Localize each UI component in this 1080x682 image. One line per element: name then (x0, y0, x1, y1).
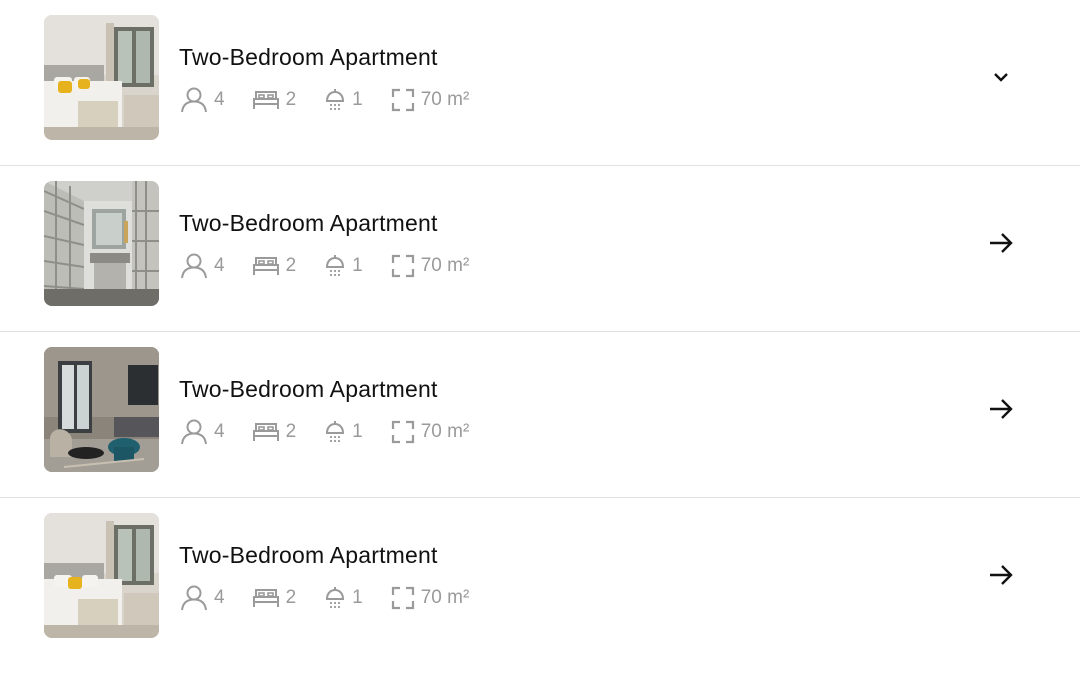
baths-count: 1 (352, 89, 363, 110)
open-room-button[interactable] (986, 228, 1016, 258)
person-icon (181, 585, 207, 611)
bed-icon (252, 589, 279, 607)
area-frame-icon (391, 586, 414, 610)
area-feature: 70 m² (391, 88, 470, 112)
room-photo[interactable] (44, 513, 159, 638)
guests-count: 4 (214, 255, 225, 276)
area-feature: 70 m² (391, 586, 470, 610)
area-frame-icon (391, 88, 414, 112)
open-room-button[interactable] (986, 394, 1016, 424)
room-features: 4 2 1 70 m² (180, 252, 497, 280)
shower-icon (326, 587, 345, 609)
chevron-down-icon (994, 73, 1008, 82)
living-room-photo (44, 347, 159, 472)
room-title[interactable]: Two-Bedroom Apartment (179, 44, 438, 71)
room-title[interactable]: Two-Bedroom Apartment (179, 376, 438, 403)
baths-feature: 1 (324, 585, 363, 611)
area-frame-icon (391, 420, 414, 444)
bed-icon (252, 257, 279, 275)
beds-count: 2 (285, 421, 297, 442)
area-value: 70 m² (420, 421, 470, 442)
beds-count: 2 (285, 89, 297, 110)
beds-feature: 2 (252, 421, 297, 443)
guests-feature: 4 (180, 253, 225, 279)
room-card[interactable]: Two-Bedroom Apartment 4 2 1 70 m² (0, 332, 1080, 498)
bed-icon (252, 423, 279, 441)
person-icon (181, 87, 207, 113)
area-value: 70 m² (420, 89, 470, 110)
room-features: 4 2 1 70 m² (180, 418, 497, 446)
room-photo[interactable] (44, 347, 159, 472)
baths-feature: 1 (324, 253, 363, 279)
person-icon (181, 253, 207, 279)
beds-feature: 2 (252, 255, 297, 277)
guests-count: 4 (214, 587, 225, 608)
baths-count: 1 (352, 421, 363, 442)
area-feature: 70 m² (391, 420, 470, 444)
arrow-right-icon (990, 565, 1013, 585)
beds-count: 2 (285, 255, 297, 276)
area-value: 70 m² (420, 255, 470, 276)
room-photo[interactable] (44, 15, 159, 140)
area-feature: 70 m² (391, 254, 470, 278)
arrow-right-icon (990, 399, 1013, 419)
room-card[interactable]: Two-Bedroom Apartment 4 2 1 70 m² (0, 166, 1080, 332)
person-icon (181, 419, 207, 445)
guests-feature: 4 (180, 419, 225, 445)
expand-button[interactable] (986, 62, 1016, 92)
bathroom-photo (44, 181, 159, 306)
guests-count: 4 (214, 89, 225, 110)
shower-icon (326, 89, 345, 111)
guests-feature: 4 (180, 87, 225, 113)
room-features: 4 2 1 70 m² (180, 86, 497, 114)
beds-feature: 2 (252, 587, 297, 609)
baths-feature: 1 (324, 87, 363, 113)
room-photo[interactable] (44, 181, 159, 306)
bed-icon (252, 91, 279, 109)
beds-count: 2 (285, 587, 297, 608)
room-card[interactable]: Two-Bedroom Apartment 4 2 1 70 m² (0, 498, 1080, 664)
shower-icon (326, 255, 345, 277)
arrow-right-icon (990, 233, 1013, 253)
room-title[interactable]: Two-Bedroom Apartment (179, 542, 438, 569)
bedroom-photo (44, 513, 159, 638)
area-frame-icon (391, 254, 414, 278)
guests-count: 4 (214, 421, 225, 442)
baths-count: 1 (352, 255, 363, 276)
area-value: 70 m² (420, 587, 470, 608)
room-title[interactable]: Two-Bedroom Apartment (179, 210, 438, 237)
bedroom-photo (44, 15, 159, 140)
baths-count: 1 (352, 587, 363, 608)
room-list: Two-Bedroom Apartment 4 2 1 70 m² Two-Be… (0, 0, 1080, 664)
beds-feature: 2 (252, 89, 297, 111)
guests-feature: 4 (180, 585, 225, 611)
room-card[interactable]: Two-Bedroom Apartment 4 2 1 70 m² (0, 0, 1080, 166)
room-features: 4 2 1 70 m² (180, 584, 497, 612)
shower-icon (326, 421, 345, 443)
baths-feature: 1 (324, 419, 363, 445)
open-room-button[interactable] (986, 560, 1016, 590)
